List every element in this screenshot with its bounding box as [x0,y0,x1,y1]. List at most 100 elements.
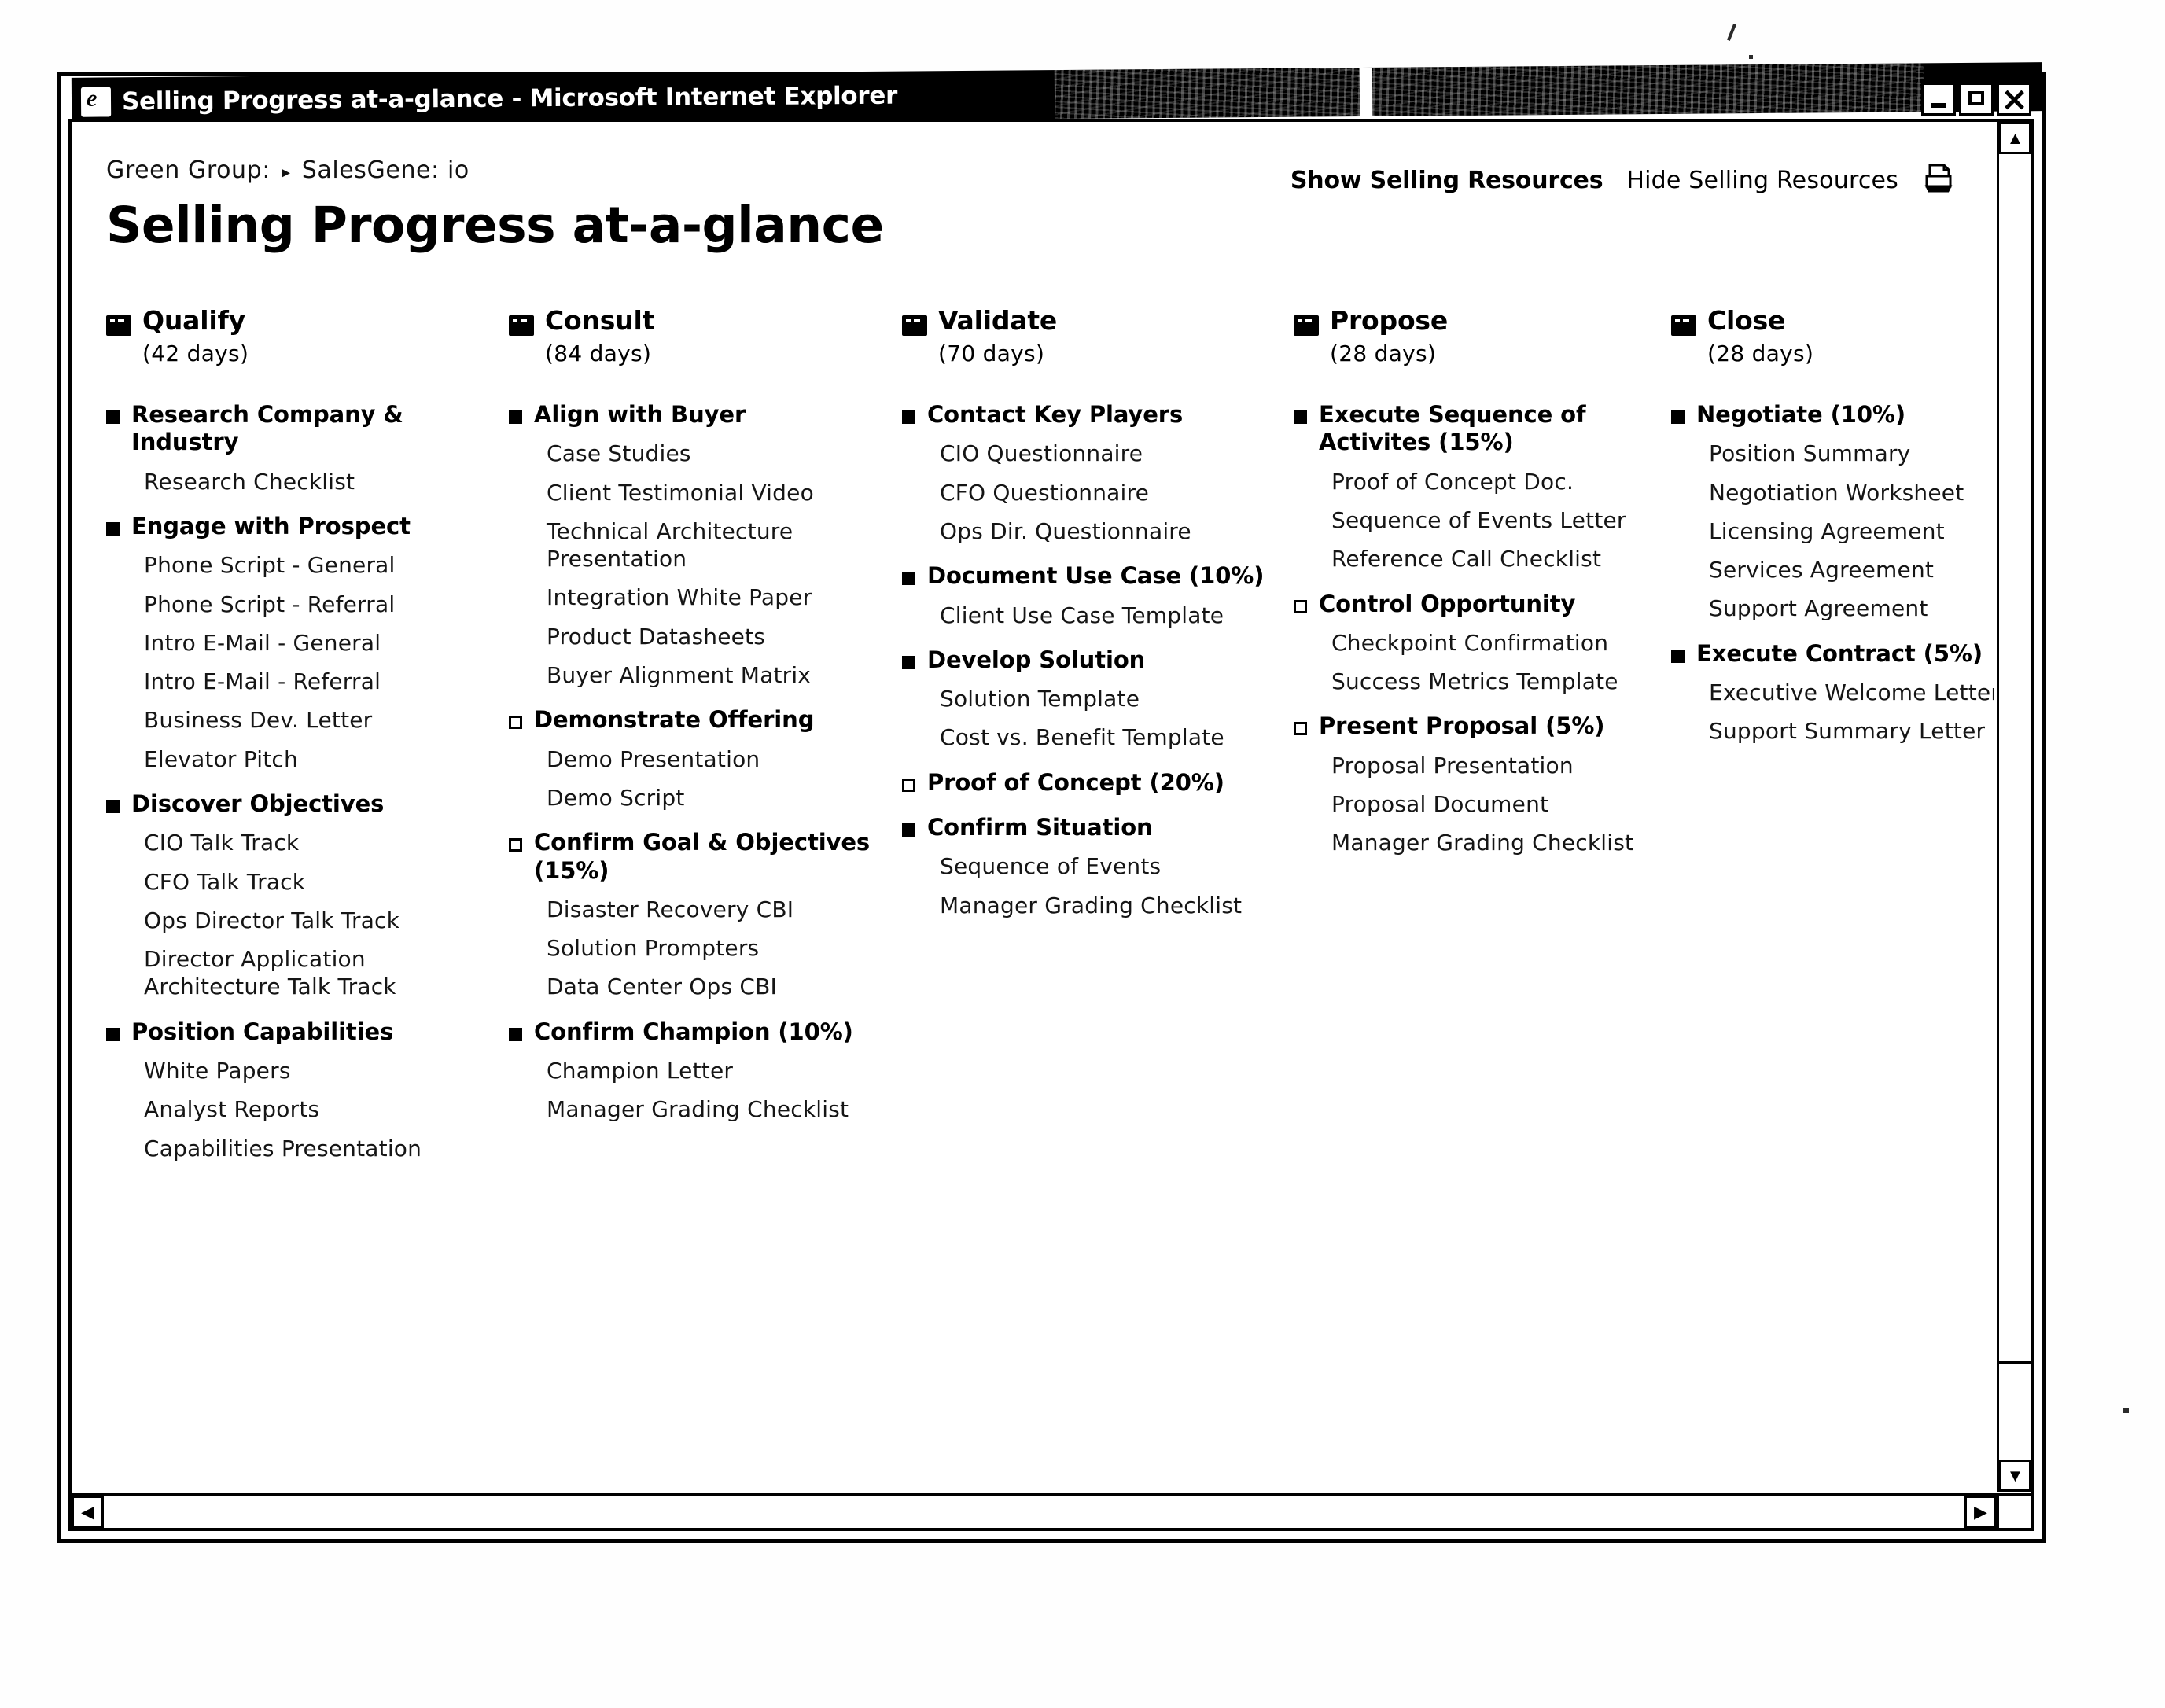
resource-item[interactable]: Phone Script - General [144,551,495,579]
resource-item[interactable]: Proposal Document [1331,790,1657,818]
close-button[interactable] [1997,83,2031,116]
hide-selling-resources-link[interactable]: Hide Selling Resources [1626,167,1898,194]
resource-item[interactable]: Solution Prompters [547,934,888,962]
stage-header: Qualify [106,307,495,336]
resource-item[interactable]: Case Studies [547,440,888,467]
resource-item[interactable]: White Papers [144,1057,495,1084]
stage-name: Close [1707,305,1786,336]
resource-item[interactable]: Demo Presentation [547,745,888,773]
resource-item[interactable]: Demo Script [547,784,888,812]
scroll-up-arrow-icon[interactable]: ▲ [1999,122,2031,154]
resource-item[interactable]: Elevator Pitch [144,745,495,773]
document-body: Green Group: ▸ SalesGene: io Selling Progr… [72,122,1994,1491]
printer-icon[interactable] [1922,163,1955,198]
activity-title[interactable]: Present Proposal (5%) [1319,712,1605,740]
resource-item[interactable]: Director Application Architecture Talk T… [144,945,495,1001]
activity-title[interactable]: Execute Sequence of Activites (15%) [1319,401,1657,457]
resource-item[interactable]: Disaster Recovery CBI [547,896,888,923]
activity-title[interactable]: Align with Buyer [534,401,746,429]
scroll-down-arrow-icon[interactable]: ▼ [1999,1460,2031,1492]
activity-item: Position Capabilities White Papers Analy… [106,1018,495,1162]
resource-item[interactable]: CIO Talk Track [144,829,495,856]
activity-title[interactable]: Discover Objectives [131,790,384,818]
activity-title[interactable]: Contact Key Players [927,401,1183,429]
resource-item[interactable]: Data Center Ops CBI [547,973,888,1000]
activity-title[interactable]: Confirm Situation [927,814,1153,841]
resource-item[interactable]: Ops Director Talk Track [144,907,495,934]
resource-item[interactable]: Client Use Case Template [940,602,1279,629]
resource-item[interactable]: Manager Grading Checklist [1331,829,1657,856]
resource-item[interactable]: Reference Call Checklist [1331,545,1657,572]
resource-item[interactable]: CIO Questionnaire [940,440,1279,467]
resource-item[interactable]: Support Summary Letter [1709,717,1994,745]
resource-item[interactable]: Manager Grading Checklist [547,1095,888,1123]
window-controls [1921,83,2031,116]
resource-item[interactable]: Negotiation Worksheet [1709,479,1994,506]
activity-title[interactable]: Position Capabilities [131,1018,393,1046]
resource-item[interactable]: Licensing Agreement [1709,517,1994,545]
resource-item[interactable]: Checkpoint Confirmation [1331,629,1657,657]
maximize-button[interactable] [1959,83,1994,116]
activity-title[interactable]: Document Use Case (10%) [927,562,1265,590]
resource-item[interactable]: Sequence of Events Letter [1331,506,1657,534]
resource-item[interactable]: CFO Questionnaire [940,479,1279,506]
resource-item[interactable]: Buyer Alignment Matrix [547,661,888,689]
activity-title[interactable]: Engage with Prospect [131,513,411,540]
resource-item[interactable]: Technical Architecture Presentation [547,517,888,573]
activity-title[interactable]: Execute Contract (5%) [1696,640,1983,668]
resource-item[interactable]: Sequence of Events [940,852,1279,880]
browser-window: Selling Progress at-a-glance - Microsoft… [57,62,2046,1543]
activity-title[interactable]: Demonstrate Offering [534,706,814,734]
activity-bullet-icon [902,410,915,424]
resource-item[interactable]: Champion Letter [547,1057,888,1084]
stage-name: Consult [545,305,655,336]
resource-item[interactable]: Position Summary [1709,440,1994,467]
resource-item[interactable]: Analyst Reports [144,1095,495,1123]
activity-bullet-icon [902,572,915,586]
resource-list: White Papers Analyst Reports Capabilitie… [144,1057,495,1162]
resource-item[interactable]: Support Agreement [1709,594,1994,622]
breadcrumb-root[interactable]: Green Group: [106,156,271,184]
activity-bullet-icon [106,410,120,424]
resource-item[interactable]: Client Testimonial Video [547,479,888,506]
activity-bullet-icon [509,838,522,852]
resource-item[interactable]: Research Checklist [144,468,495,495]
activity-title[interactable]: Develop Solution [927,646,1145,674]
resource-item[interactable]: Solution Template [940,685,1279,712]
resource-item[interactable]: Services Agreement [1709,556,1994,583]
scroll-left-arrow-icon[interactable]: ◀ [72,1496,104,1528]
resource-item[interactable]: Phone Script - Referral [144,591,495,618]
resource-item[interactable]: CFO Talk Track [144,868,495,896]
resource-item[interactable]: Business Dev. Letter [144,706,495,734]
horizontal-scrollbar[interactable]: ◀ ▶ [72,1493,1997,1528]
minimize-button[interactable] [1921,83,1956,116]
activity-list: Research Company & Industry Research Che… [106,401,495,1162]
activity-title[interactable]: Negotiate (10%) [1696,401,1905,429]
activity-title[interactable]: Proof of Concept (20%) [927,769,1224,797]
resource-item[interactable]: Intro E-Mail - Referral [144,668,495,695]
scroll-right-arrow-icon[interactable]: ▶ [1964,1496,1997,1528]
resource-item[interactable]: Executive Welcome Letter [1709,679,1994,706]
resource-item[interactable]: Manager Grading Checklist [940,892,1279,919]
resource-item[interactable]: Ops Dir. Questionnaire [940,517,1279,545]
window-title-bar[interactable]: Selling Progress at-a-glance - Microsoft… [71,62,2043,127]
resource-item[interactable]: Intro E-Mail - General [144,629,495,657]
resource-item[interactable]: Product Datasheets [547,623,888,650]
resource-item[interactable]: Proposal Presentation [1331,752,1657,779]
resource-item[interactable]: Proof of Concept Doc. [1331,468,1657,495]
stage-name: Qualify [142,305,245,336]
resource-item[interactable]: Integration White Paper [547,583,888,611]
activity-title[interactable]: Confirm Champion (10%) [534,1018,853,1046]
resource-item[interactable]: Success Metrics Template [1331,668,1657,695]
breadcrumb-current[interactable]: SalesGene: io [302,156,469,184]
activity-title[interactable]: Research Company & Industry [131,401,495,457]
resource-item[interactable]: Capabilities Presentation [144,1135,495,1162]
activity-title[interactable]: Confirm Goal & Objectives (15%) [534,829,888,885]
resource-item[interactable]: Cost vs. Benefit Template [940,723,1279,751]
stage-header: Consult [509,307,888,336]
vertical-scrollbar[interactable]: ▲ ▼ [1997,122,2031,1492]
resource-list: Client Use Case Template [940,602,1279,629]
activity-title[interactable]: Control Opportunity [1319,591,1575,618]
activity-list: Align with Buyer Case Studies Client Tes… [509,401,888,1124]
show-selling-resources-link[interactable]: Show Selling Resources [1291,167,1603,194]
